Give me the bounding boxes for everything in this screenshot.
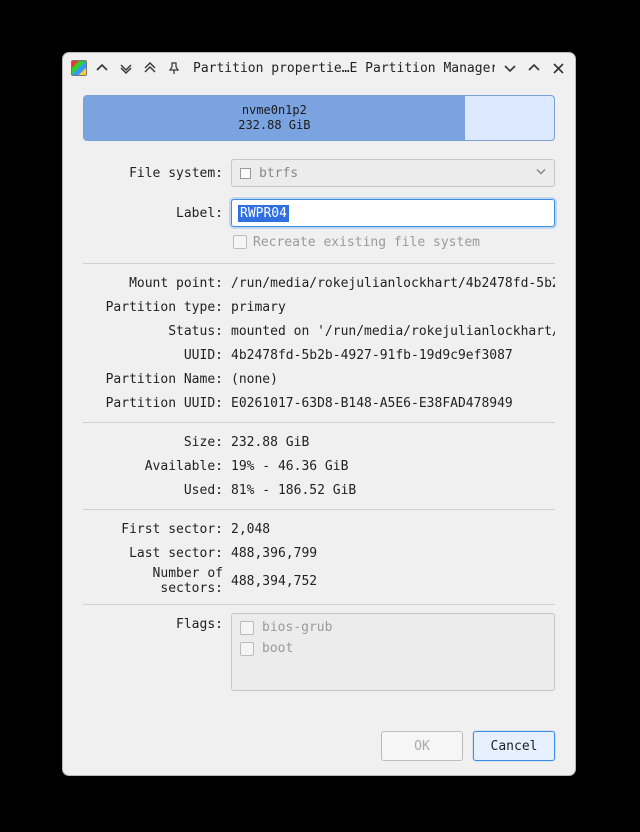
flag-item-label: bios-grub xyxy=(262,620,332,635)
flags-listbox[interactable]: bios-grub boot xyxy=(231,613,555,691)
checkbox-icon xyxy=(240,621,254,635)
flag-item[interactable]: boot xyxy=(240,641,546,656)
flag-item[interactable]: bios-grub xyxy=(240,620,546,635)
partition-uuid-label: Partition UUID: xyxy=(83,396,231,411)
flag-item-label: boot xyxy=(262,641,293,656)
dialog-window: Partition propertie…E Partition Manager … xyxy=(62,52,576,776)
titlebar: Partition propertie…E Partition Manager xyxy=(63,53,575,83)
more-actions-up-icon[interactable] xyxy=(93,59,111,77)
more-actions-dblup-icon[interactable] xyxy=(141,59,159,77)
dialog-content: nvme0n1p2 232.88 GiB File system: btrfs … xyxy=(63,83,575,721)
divider xyxy=(83,604,555,605)
recreate-label: Recreate existing file system xyxy=(253,235,480,250)
chevron-down-icon xyxy=(536,166,546,181)
status-label: Status: xyxy=(83,324,231,339)
partition-type-label: Partition type: xyxy=(83,300,231,315)
mount-point-label: Mount point: xyxy=(83,276,231,291)
recreate-checkbox[interactable]: Recreate existing file system xyxy=(231,235,555,250)
partition-type-value: primary xyxy=(231,300,555,315)
partition-visualization: nvme0n1p2 232.88 GiB xyxy=(83,95,555,141)
partition-name: nvme0n1p2 xyxy=(242,103,307,118)
checkbox-icon xyxy=(240,642,254,656)
divider xyxy=(83,509,555,510)
flags-label: Flags: xyxy=(83,613,231,632)
first-sector-label: First sector: xyxy=(83,522,231,537)
partition-name-value: (none) xyxy=(231,372,555,387)
close-icon[interactable] xyxy=(549,59,567,77)
size-value: 232.88 GiB xyxy=(231,435,555,450)
mount-point-value: /run/media/rokejulianlockhart/4b2478fd-5… xyxy=(231,276,555,291)
available-label: Available: xyxy=(83,459,231,474)
ok-button: OK xyxy=(381,731,463,761)
checkbox-icon xyxy=(233,235,247,249)
partition-name-label: Partition Name: xyxy=(83,372,231,387)
divider xyxy=(83,422,555,423)
window-title: Partition propertie…E Partition Manager xyxy=(189,61,495,76)
app-icon xyxy=(71,60,87,76)
form-area: File system: btrfs Label: RWPR04 xyxy=(83,159,555,709)
last-sector-value: 488,396,799 xyxy=(231,546,555,561)
partition-uuid-value: E0261017-63D8-B148-A5E6-E38FAD478949 xyxy=(231,396,555,411)
maximize-icon[interactable] xyxy=(525,59,543,77)
filesystem-combobox[interactable]: btrfs xyxy=(231,159,555,187)
partition-size: 232.88 GiB xyxy=(238,118,310,133)
num-sectors-value: 488,394,752 xyxy=(231,574,555,589)
first-sector-value: 2,048 xyxy=(231,522,555,537)
num-sectors-label: Number of sectors: xyxy=(83,566,231,596)
last-sector-label: Last sector: xyxy=(83,546,231,561)
more-actions-down-icon[interactable] xyxy=(117,59,135,77)
size-label: Size: xyxy=(83,435,231,450)
uuid-label: UUID: xyxy=(83,348,231,363)
filesystem-value: btrfs xyxy=(259,166,298,181)
minimize-icon[interactable] xyxy=(501,59,519,77)
filesystem-label: File system: xyxy=(83,166,231,181)
used-label: Used: xyxy=(83,483,231,498)
button-bar: OK Cancel xyxy=(63,721,575,775)
filesystem-swatch-icon xyxy=(240,168,251,179)
divider xyxy=(83,263,555,264)
used-value: 81% - 186.52 GiB xyxy=(231,483,555,498)
uuid-value: 4b2478fd-5b2b-4927-91fb-19d9c9ef3087 xyxy=(231,348,555,363)
label-input-value: RWPR04 xyxy=(238,205,289,222)
status-value: mounted on '/run/media/rokejulianlockhar… xyxy=(231,324,555,339)
cancel-button[interactable]: Cancel xyxy=(473,731,555,761)
label-field-label: Label: xyxy=(83,206,231,221)
available-value: 19% - 46.36 GiB xyxy=(231,459,555,474)
pin-icon[interactable] xyxy=(165,59,183,77)
label-input[interactable]: RWPR04 xyxy=(231,199,555,227)
partition-used-region: nvme0n1p2 232.88 GiB xyxy=(84,96,465,140)
